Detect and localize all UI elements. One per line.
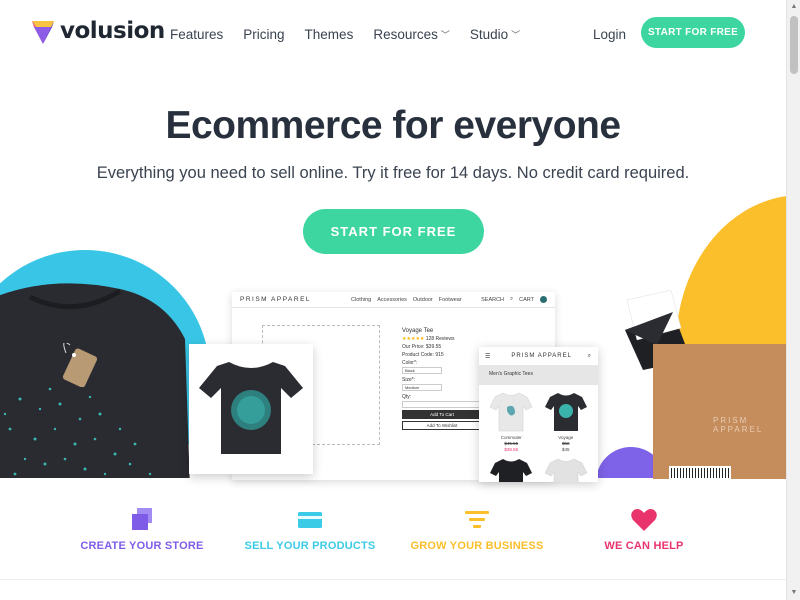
nav-pricing[interactable]: Pricing [243, 27, 284, 42]
logo-text: volusion [60, 18, 165, 44]
mobile-header: ☰ PRISM APPAREL ⌕ [479, 347, 598, 365]
color-select: Black [402, 367, 442, 374]
add-to-cart-button: Add To Cart [402, 410, 482, 419]
qty-label: Qty: [402, 394, 412, 400]
nav-studio[interactable]: Studio ﹀ [470, 27, 520, 42]
layers-icon [132, 508, 152, 530]
mobile-product-price: $45 [561, 447, 570, 452]
color-label: Color*: [402, 360, 418, 366]
mobile-category-banner: Men's Graphic Tees [479, 365, 598, 385]
nav-label: Studio [469, 27, 509, 42]
store-brand: PRISM APPAREL [240, 296, 312, 303]
store-utilities: SEARCH ⌕ CART [481, 296, 547, 303]
product-rating: ★★★★★ 128 Reviews [402, 335, 482, 343]
add-to-wishlist-button: Add To Wishlist [402, 421, 482, 430]
scroll-up-arrow-icon[interactable]: ▲ [787, 0, 800, 14]
nav-features[interactable]: Features [170, 27, 223, 42]
size-label: Size*: [402, 377, 416, 383]
white-tshirt-image [489, 392, 533, 432]
store-nav-item: Outdoor [412, 296, 433, 303]
size-select: Medium [402, 384, 442, 391]
mobile-store-mockup: ☰ PRISM APPAREL ⌕ Men's Graphic Tees Com… [479, 347, 598, 482]
store-nav-item: Accessories [377, 296, 407, 303]
feature-grow-business[interactable]: GROW YOUR BUSINESS [392, 508, 562, 552]
heart-icon [631, 509, 657, 531]
qty-stepper [402, 401, 482, 408]
credit-card-icon [298, 512, 322, 528]
store-search-label: SEARCH [481, 296, 505, 303]
nav-label: Resources [373, 27, 438, 42]
stars-icon: ★★★★★ [402, 336, 425, 342]
hamburger-menu-icon: ☰ [485, 353, 492, 360]
nav-label: Pricing [243, 27, 285, 42]
product-price: Our Price: $39.55 [402, 344, 442, 350]
product-name: Voyage Tee [402, 328, 434, 334]
store-header: PRISM APPAREL Clothing Accessories Outdo… [232, 292, 555, 308]
chevron-down-icon: ﹀ [440, 30, 450, 40]
store-cart-label: CART [519, 296, 534, 303]
product-photo-card [189, 344, 313, 474]
feature-create-store[interactable]: CREATE YOUR STORE [57, 508, 227, 552]
mobile-brand: PRISM APPAREL [511, 353, 572, 359]
product-code: Product Code: 915 [402, 352, 444, 358]
price-tag-icon [62, 343, 98, 387]
hero-title: Ecommerce for everyone [165, 104, 621, 147]
store-nav-item: Footwear [438, 296, 462, 303]
nav-resources[interactable]: Resources ﹀ [373, 27, 450, 42]
feature-label: GROW YOUR BUSINESS [410, 540, 544, 552]
feature-label: CREATE YOUR STORE [80, 540, 204, 552]
hero-subtitle: Everything you need to sell online. Try … [96, 164, 690, 182]
feature-label: SELL YOUR PRODUCTS [244, 540, 376, 552]
nav-themes[interactable]: Themes [305, 27, 354, 42]
black-tshirt-image [544, 393, 587, 431]
scrollbar-thumb[interactable] [790, 16, 798, 74]
features-row: CREATE YOUR STORE SELL YOUR PRODUCTS GRO… [0, 478, 786, 580]
shipping-box-image: PRISM APPAREL [653, 344, 786, 480]
site-header: volusion Features Pricing Themes Resourc… [0, 0, 786, 66]
chevron-down-icon: ﹀ [511, 30, 521, 40]
review-count: 128 Reviews [425, 336, 455, 342]
feature-sell-products[interactable]: SELL YOUR PRODUCTS [225, 508, 395, 552]
feature-we-can-help[interactable]: WE CAN HELP [559, 508, 729, 552]
hero-start-free-button[interactable]: START FOR FREE [303, 209, 484, 254]
header-start-free-button[interactable]: START FOR FREE [641, 17, 745, 48]
login-link[interactable]: Login [593, 27, 626, 42]
product-details: Voyage Tee ★★★★★ 128 Reviews Our Price: … [402, 327, 482, 430]
funnel-icon [465, 511, 489, 528]
mobile-product-grid: Commuter $45.55 $39.55 Voyage $58 $45 [479, 385, 598, 482]
store-nav-item: Clothing [351, 296, 372, 303]
nav-label: Features [170, 27, 224, 42]
logo[interactable]: volusion [32, 18, 165, 44]
tshirt-image [199, 362, 303, 454]
mobile-product-price: $39.55 [504, 447, 519, 452]
store-nav: Clothing Accessories Outdoor Footwear [351, 297, 462, 303]
scroll-down-arrow-icon[interactable]: ▼ [787, 586, 800, 600]
volusion-logo-icon [32, 21, 54, 44]
mobile-product: Voyage $58 $45 [540, 389, 593, 453]
feature-label: WE CAN HELP [604, 540, 684, 552]
main-nav: Features Pricing Themes Resources ﹀ Studi… [170, 27, 540, 42]
box-brand-label: PRISM APPAREL [713, 416, 764, 434]
mobile-product: Commuter $45.55 $39.55 [485, 389, 538, 453]
page-scrollbar[interactable]: ▲ ▼ [786, 0, 800, 600]
search-icon: ⌕ [510, 296, 514, 302]
cart-count-badge [540, 296, 547, 303]
search-icon: ⌕ [587, 352, 592, 359]
nav-label: Themes [304, 27, 354, 42]
